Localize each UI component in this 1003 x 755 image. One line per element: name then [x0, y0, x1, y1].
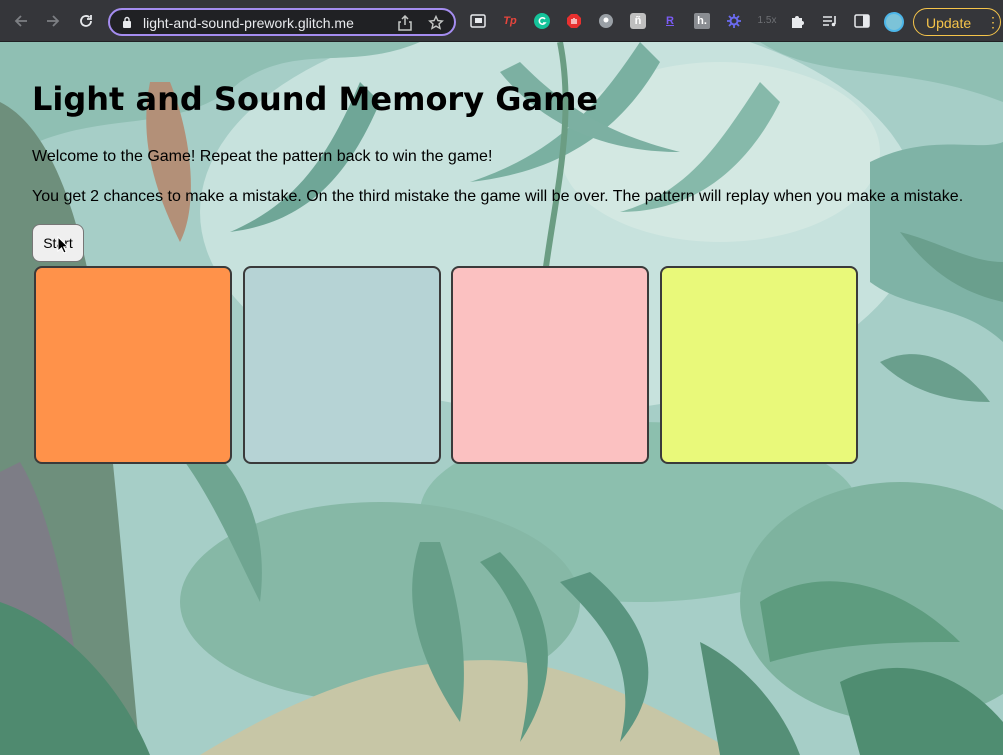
hypothesis-extension-icon[interactable]: h. [694, 13, 710, 29]
reload-icon[interactable] [76, 11, 96, 31]
teleparty-extension-icon[interactable]: Tp [502, 13, 518, 29]
bookmark-star-icon[interactable] [428, 14, 444, 36]
cog-extension-icon[interactable] [726, 13, 742, 29]
notes-extension-icon[interactable]: ñ [630, 13, 646, 29]
rules-text: You get 2 chances to make a mistake. On … [32, 188, 964, 205]
update-button[interactable]: Update ⋮ [913, 8, 1001, 36]
address-bar[interactable]: light-and-sound-prework.glitch.me [108, 8, 456, 36]
game-content: Light and Sound Memory Game Welcome to t… [0, 42, 1003, 755]
game-button-1[interactable] [34, 266, 232, 464]
page-title: Light and Sound Memory Game [32, 80, 599, 118]
puzzle-extensions-icon[interactable] [790, 13, 806, 29]
url-text[interactable]: light-and-sound-prework.glitch.me [143, 15, 354, 31]
lock-icon [122, 16, 132, 34]
speed-extension-icon[interactable]: 1.5x [756, 13, 778, 29]
page-viewport: Light and Sound Memory Game Welcome to t… [0, 42, 1003, 755]
location-extension-icon[interactable] [598, 13, 614, 29]
more-menu-icon[interactable]: ⋮ [986, 13, 1000, 31]
grammarly-extension-icon[interactable] [534, 13, 550, 29]
welcome-text: Welcome to the Game! Repeat the pattern … [32, 148, 493, 165]
game-button-3[interactable] [451, 266, 649, 464]
back-icon[interactable] [11, 11, 31, 31]
game-button-4[interactable] [660, 266, 858, 464]
game-button-2[interactable] [243, 266, 441, 464]
browser-toolbar: light-and-sound-prework.glitch.me Tp ñ R… [0, 0, 1003, 42]
picture-in-picture-icon[interactable] [470, 13, 486, 29]
share-icon[interactable] [398, 14, 412, 36]
side-panel-icon[interactable] [854, 13, 870, 29]
adblock-extension-icon[interactable] [566, 13, 582, 29]
r-extension-icon[interactable]: R [662, 13, 678, 29]
reading-list-icon[interactable] [822, 13, 838, 29]
profile-avatar[interactable] [884, 12, 904, 32]
forward-icon[interactable] [43, 11, 63, 31]
update-label: Update [926, 15, 972, 31]
mouse-cursor-icon [57, 235, 70, 259]
